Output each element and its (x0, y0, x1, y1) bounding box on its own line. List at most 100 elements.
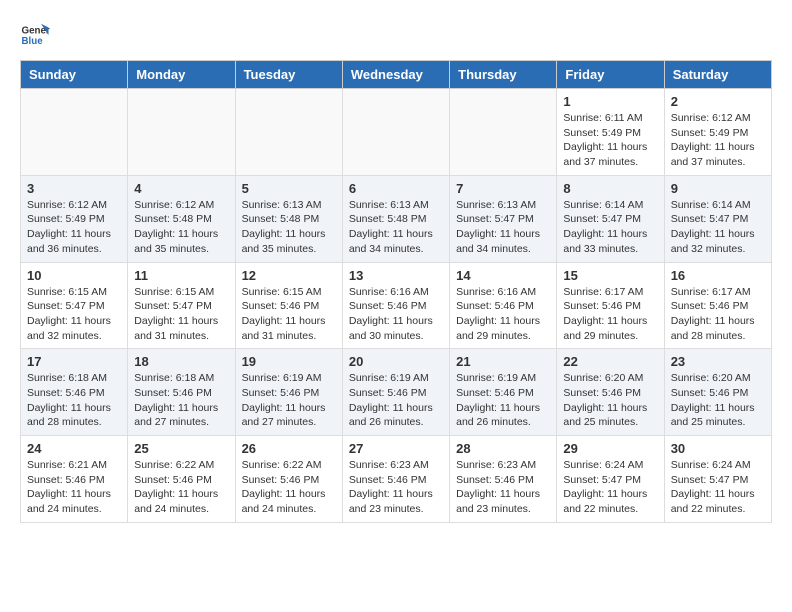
day-cell: 22 Sunrise: 6:20 AM Sunset: 5:46 PM Dayli… (557, 349, 664, 436)
day-cell: 11 Sunrise: 6:15 AM Sunset: 5:47 PM Dayli… (128, 262, 235, 349)
logo: General Blue (20, 20, 56, 50)
day-number: 19 (242, 354, 336, 369)
calendar-header: SundayMondayTuesdayWednesdayThursdayFrid… (21, 61, 772, 89)
day-cell: 15 Sunrise: 6:17 AM Sunset: 5:46 PM Dayli… (557, 262, 664, 349)
day-number: 10 (27, 268, 121, 283)
day-info: Sunrise: 6:17 AM Sunset: 5:46 PM Dayligh… (563, 285, 657, 344)
day-number: 9 (671, 181, 765, 196)
day-number: 1 (563, 94, 657, 109)
day-info: Sunrise: 6:12 AM Sunset: 5:49 PM Dayligh… (671, 111, 765, 170)
day-number: 24 (27, 441, 121, 456)
day-info: Sunrise: 6:20 AM Sunset: 5:46 PM Dayligh… (563, 371, 657, 430)
day-info: Sunrise: 6:17 AM Sunset: 5:46 PM Dayligh… (671, 285, 765, 344)
day-info: Sunrise: 6:15 AM Sunset: 5:46 PM Dayligh… (242, 285, 336, 344)
day-number: 13 (349, 268, 443, 283)
day-info: Sunrise: 6:22 AM Sunset: 5:46 PM Dayligh… (134, 458, 228, 517)
day-number: 18 (134, 354, 228, 369)
day-cell: 21 Sunrise: 6:19 AM Sunset: 5:46 PM Dayli… (450, 349, 557, 436)
day-cell: 4 Sunrise: 6:12 AM Sunset: 5:48 PM Daylig… (128, 175, 235, 262)
day-number: 8 (563, 181, 657, 196)
day-number: 20 (349, 354, 443, 369)
day-cell: 25Sunrise: 6:22 AM Sunset: 5:46 PM Dayli… (128, 436, 235, 523)
day-cell: 27Sunrise: 6:23 AM Sunset: 5:46 PM Dayli… (342, 436, 449, 523)
day-cell: 2 Sunrise: 6:12 AM Sunset: 5:49 PM Daylig… (664, 89, 771, 176)
header-cell-friday: Friday (557, 61, 664, 89)
day-number: 14 (456, 268, 550, 283)
header-cell-wednesday: Wednesday (342, 61, 449, 89)
day-cell: 7 Sunrise: 6:13 AM Sunset: 5:47 PM Daylig… (450, 175, 557, 262)
day-info: Sunrise: 6:24 AM Sunset: 5:47 PM Dayligh… (563, 458, 657, 517)
day-cell: 29 Sunrise: 6:24 AM Sunset: 5:47 PM Dayli… (557, 436, 664, 523)
day-cell: 6 Sunrise: 6:13 AM Sunset: 5:48 PM Daylig… (342, 175, 449, 262)
day-info: Sunrise: 6:13 AM Sunset: 5:48 PM Dayligh… (349, 198, 443, 257)
day-cell (342, 89, 449, 176)
header-cell-thursday: Thursday (450, 61, 557, 89)
day-info: Sunrise: 6:16 AM Sunset: 5:46 PM Dayligh… (456, 285, 550, 344)
day-cell: 19 Sunrise: 6:19 AM Sunset: 5:46 PM Dayli… (235, 349, 342, 436)
day-cell: 5 Sunrise: 6:13 AM Sunset: 5:48 PM Daylig… (235, 175, 342, 262)
week-row-2: 3 Sunrise: 6:12 AM Sunset: 5:49 PM Daylig… (21, 175, 772, 262)
day-cell: 9Sunrise: 6:14 AM Sunset: 5:47 PM Daylig… (664, 175, 771, 262)
day-cell: 20 Sunrise: 6:19 AM Sunset: 5:46 PM Dayli… (342, 349, 449, 436)
day-info: Sunrise: 6:11 AM Sunset: 5:49 PM Dayligh… (563, 111, 657, 170)
day-info: Sunrise: 6:13 AM Sunset: 5:48 PM Dayligh… (242, 198, 336, 257)
week-row-5: 24 Sunrise: 6:21 AM Sunset: 5:46 PM Dayli… (21, 436, 772, 523)
day-number: 29 (563, 441, 657, 456)
day-info: Sunrise: 6:12 AM Sunset: 5:49 PM Dayligh… (27, 198, 121, 257)
day-info: Sunrise: 6:14 AM Sunset: 5:47 PM Dayligh… (563, 198, 657, 257)
day-info: Sunrise: 6:19 AM Sunset: 5:46 PM Dayligh… (456, 371, 550, 430)
day-cell: 28Sunrise: 6:23 AM Sunset: 5:46 PM Dayli… (450, 436, 557, 523)
day-number: 2 (671, 94, 765, 109)
day-number: 16 (671, 268, 765, 283)
week-row-1: 1 Sunrise: 6:11 AM Sunset: 5:49 PM Daylig… (21, 89, 772, 176)
day-cell (21, 89, 128, 176)
week-row-4: 17 Sunrise: 6:18 AM Sunset: 5:46 PM Dayli… (21, 349, 772, 436)
calendar-table: SundayMondayTuesdayWednesdayThursdayFrid… (20, 60, 772, 523)
day-number: 7 (456, 181, 550, 196)
day-number: 6 (349, 181, 443, 196)
day-info: Sunrise: 6:21 AM Sunset: 5:46 PM Dayligh… (27, 458, 121, 517)
day-cell: 14 Sunrise: 6:16 AM Sunset: 5:46 PM Dayli… (450, 262, 557, 349)
day-info: Sunrise: 6:19 AM Sunset: 5:46 PM Dayligh… (349, 371, 443, 430)
header-row: SundayMondayTuesdayWednesdayThursdayFrid… (21, 61, 772, 89)
day-number: 30 (671, 441, 765, 456)
svg-text:Blue: Blue (22, 36, 44, 47)
day-number: 15 (563, 268, 657, 283)
day-info: Sunrise: 6:20 AM Sunset: 5:46 PM Dayligh… (671, 371, 765, 430)
day-cell (128, 89, 235, 176)
day-cell: 24 Sunrise: 6:21 AM Sunset: 5:46 PM Dayli… (21, 436, 128, 523)
day-cell: 23 Sunrise: 6:20 AM Sunset: 5:46 PM Dayli… (664, 349, 771, 436)
day-info: Sunrise: 6:12 AM Sunset: 5:48 PM Dayligh… (134, 198, 228, 257)
day-number: 23 (671, 354, 765, 369)
day-info: Sunrise: 6:19 AM Sunset: 5:46 PM Dayligh… (242, 371, 336, 430)
page-header: General Blue (20, 20, 772, 50)
day-info: Sunrise: 6:15 AM Sunset: 5:47 PM Dayligh… (134, 285, 228, 344)
day-cell: 3 Sunrise: 6:12 AM Sunset: 5:49 PM Daylig… (21, 175, 128, 262)
day-number: 5 (242, 181, 336, 196)
day-info: Sunrise: 6:18 AM Sunset: 5:46 PM Dayligh… (27, 371, 121, 430)
day-info: Sunrise: 6:13 AM Sunset: 5:47 PM Dayligh… (456, 198, 550, 257)
day-info: Sunrise: 6:15 AM Sunset: 5:47 PM Dayligh… (27, 285, 121, 344)
day-cell: 8 Sunrise: 6:14 AM Sunset: 5:47 PM Daylig… (557, 175, 664, 262)
day-info: Sunrise: 6:18 AM Sunset: 5:46 PM Dayligh… (134, 371, 228, 430)
header-cell-monday: Monday (128, 61, 235, 89)
header-cell-tuesday: Tuesday (235, 61, 342, 89)
day-number: 11 (134, 268, 228, 283)
day-cell: 26Sunrise: 6:22 AM Sunset: 5:46 PM Dayli… (235, 436, 342, 523)
day-cell: 18 Sunrise: 6:18 AM Sunset: 5:46 PM Dayli… (128, 349, 235, 436)
day-cell: 30Sunrise: 6:24 AM Sunset: 5:47 PM Dayli… (664, 436, 771, 523)
day-cell: 13Sunrise: 6:16 AM Sunset: 5:46 PM Dayli… (342, 262, 449, 349)
day-info: Sunrise: 6:22 AM Sunset: 5:46 PM Dayligh… (242, 458, 336, 517)
day-number: 12 (242, 268, 336, 283)
day-number: 3 (27, 181, 121, 196)
logo-icon: General Blue (20, 20, 50, 50)
day-number: 28 (456, 441, 550, 456)
day-number: 17 (27, 354, 121, 369)
day-cell: 17 Sunrise: 6:18 AM Sunset: 5:46 PM Dayli… (21, 349, 128, 436)
day-cell (450, 89, 557, 176)
day-number: 22 (563, 354, 657, 369)
day-cell: 16 Sunrise: 6:17 AM Sunset: 5:46 PM Dayli… (664, 262, 771, 349)
day-number: 4 (134, 181, 228, 196)
day-cell: 10 Sunrise: 6:15 AM Sunset: 5:47 PM Dayli… (21, 262, 128, 349)
day-number: 21 (456, 354, 550, 369)
